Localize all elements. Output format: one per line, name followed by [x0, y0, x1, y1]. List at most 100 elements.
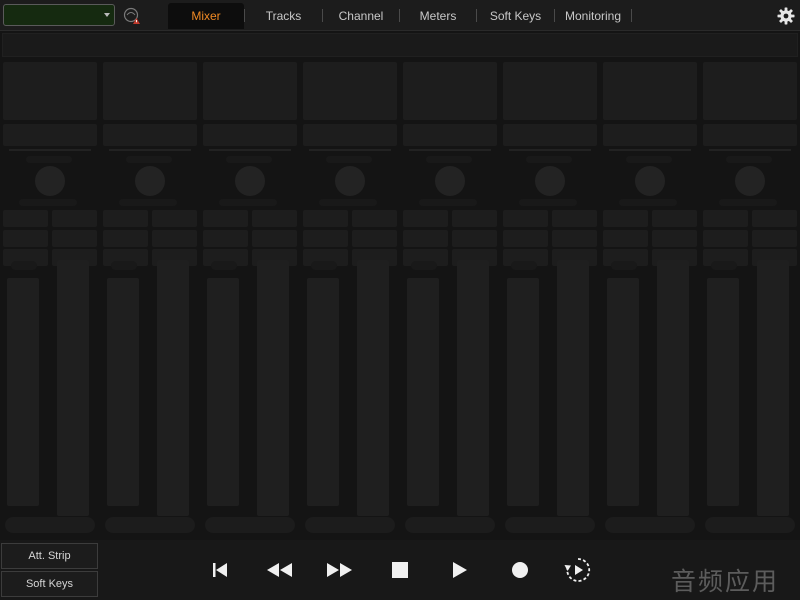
tab-soft-keys[interactable]: Soft Keys [477, 3, 554, 29]
automation-mode-button[interactable] [111, 261, 137, 270]
strip-insert-slot[interactable] [703, 124, 797, 146]
strip-button[interactable] [752, 230, 797, 247]
strip-button[interactable] [652, 210, 697, 227]
tab-tracks[interactable]: Tracks [245, 3, 322, 29]
strip-name-button[interactable] [305, 517, 395, 533]
strip-name-button[interactable] [605, 517, 695, 533]
strip-button[interactable] [352, 230, 397, 247]
strip-name-area[interactable] [103, 62, 197, 120]
strip-name-area[interactable] [603, 62, 697, 120]
session-select[interactable] [3, 4, 115, 26]
strip-button[interactable] [52, 230, 97, 247]
strip-name-area[interactable] [403, 62, 497, 120]
tab-monitoring[interactable]: Monitoring [555, 3, 631, 29]
return-to-zero-icon[interactable] [205, 556, 235, 584]
play-icon[interactable] [444, 556, 474, 584]
strip-name-button[interactable] [5, 517, 95, 533]
strip-name-button[interactable] [705, 517, 795, 533]
strip-button[interactable] [103, 210, 148, 227]
pan-knob[interactable] [735, 166, 765, 196]
strip-insert-slot[interactable] [603, 124, 697, 146]
strip-button[interactable] [552, 230, 597, 247]
strip-name-button[interactable] [505, 517, 595, 533]
automation-mode-button[interactable] [11, 261, 37, 270]
strip-name-button[interactable] [205, 517, 295, 533]
strip-button[interactable] [52, 210, 97, 227]
strip-button[interactable] [152, 230, 197, 247]
volume-fader[interactable] [107, 278, 139, 506]
strip-button[interactable] [603, 210, 648, 227]
volume-fader[interactable] [407, 278, 439, 506]
strip-button[interactable] [103, 230, 148, 247]
strip-name-button[interactable] [105, 517, 195, 533]
strip-button[interactable] [703, 230, 748, 247]
strip-button[interactable] [152, 210, 197, 227]
volume-fader[interactable] [507, 278, 539, 506]
strip-insert-slot[interactable] [203, 124, 297, 146]
strip-button[interactable] [752, 210, 797, 227]
strip-button[interactable] [3, 210, 48, 227]
strip-name-area[interactable] [203, 62, 297, 120]
strip-button[interactable] [252, 210, 297, 227]
strip-button[interactable] [303, 230, 348, 247]
automation-mode-button[interactable] [611, 261, 637, 270]
volume-fader[interactable] [607, 278, 639, 506]
strip-button[interactable] [252, 230, 297, 247]
record-icon[interactable] [505, 556, 535, 584]
automation-mode-button[interactable] [711, 261, 737, 270]
pan-knob[interactable] [335, 166, 365, 196]
strip-insert-slot[interactable] [303, 124, 397, 146]
strip-button[interactable] [652, 230, 697, 247]
strip-button[interactable] [203, 230, 248, 247]
strip-insert-slot[interactable] [503, 124, 597, 146]
connection-status-icon[interactable] [123, 7, 141, 25]
automation-mode-button[interactable] [311, 261, 337, 270]
strip-button[interactable] [3, 230, 48, 247]
strip-button[interactable] [452, 210, 497, 227]
strip-name-button[interactable] [405, 517, 495, 533]
automation-mode-button[interactable] [511, 261, 537, 270]
volume-fader[interactable] [207, 278, 239, 506]
volume-fader[interactable] [707, 278, 739, 506]
att-strip-button[interactable]: Att. Strip [1, 543, 98, 569]
strip-button[interactable] [403, 210, 448, 227]
pan-knob[interactable] [135, 166, 165, 196]
strip-name-area[interactable] [703, 62, 797, 120]
strip-insert-slot[interactable] [103, 124, 197, 146]
strip-insert-slot[interactable] [403, 124, 497, 146]
fast-forward-icon[interactable] [325, 556, 355, 584]
rewind-icon[interactable] [264, 556, 294, 584]
pan-knob[interactable] [435, 166, 465, 196]
strip-name-area[interactable] [3, 62, 97, 120]
pan-knob[interactable] [635, 166, 665, 196]
automation-mode-button[interactable] [211, 261, 237, 270]
stop-icon[interactable] [385, 556, 415, 584]
strip-button[interactable] [203, 210, 248, 227]
loop-playback-icon[interactable] [563, 556, 593, 584]
strip-button[interactable] [703, 210, 748, 227]
pan-knob[interactable] [235, 166, 265, 196]
strip-name-area[interactable] [503, 62, 597, 120]
strip-name-area[interactable] [303, 62, 397, 120]
pan-knob[interactable] [35, 166, 65, 196]
automation-mode-button[interactable] [411, 261, 437, 270]
strip-button[interactable] [352, 210, 397, 227]
tab-channel[interactable]: Channel [323, 3, 399, 29]
strip-button[interactable] [403, 230, 448, 247]
tab-meters[interactable]: Meters [400, 3, 476, 29]
strip-insert-slot[interactable] [3, 124, 97, 146]
strip-button[interactable] [552, 210, 597, 227]
gear-icon[interactable] [776, 6, 796, 26]
pan-knob[interactable] [535, 166, 565, 196]
strip-button[interactable] [503, 230, 548, 247]
strip-button[interactable] [603, 230, 648, 247]
volume-fader[interactable] [307, 278, 339, 506]
strip-button[interactable] [303, 210, 348, 227]
soft-keys-button[interactable]: Soft Keys [1, 571, 98, 597]
volume-fader[interactable] [7, 278, 39, 506]
strip-button[interactable] [452, 230, 497, 247]
channel-strip [701, 60, 799, 538]
pan-label [626, 156, 672, 163]
tab-mixer[interactable]: Mixer [168, 3, 244, 29]
strip-button[interactable] [503, 210, 548, 227]
